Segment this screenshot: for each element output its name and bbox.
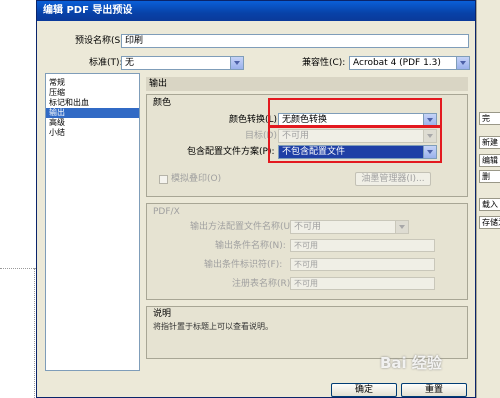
output-condition-name-label: 输出条件名称(N): [215, 241, 286, 251]
category-list: 常规 压缩 标记和出血 输出 高级 小结 [45, 73, 140, 371]
background-dialog-edge: 完 新建 编辑 删 载入 存储为 [476, 0, 500, 398]
side-button-load[interactable]: 载入 [479, 198, 500, 211]
color-conversion-select[interactable]: 无颜色转换 [278, 113, 437, 127]
output-panel-heading: 输出 [146, 77, 468, 91]
sidebar-item-general[interactable]: 常规 [46, 78, 139, 88]
destination-select[interactable]: 不可用 [278, 129, 437, 143]
side-button-new[interactable]: 新建 [479, 136, 500, 149]
guide-line-vertical [34, 268, 35, 398]
side-button-save-as[interactable]: 存储为 [479, 216, 500, 229]
pdfx-group-title: PDF/X [153, 207, 180, 217]
registry-name-label: 注册表名称(R): [232, 279, 294, 289]
chevron-down-icon[interactable] [456, 57, 469, 69]
pdf-export-preset-dialog: 编辑 PDF 导出预设 预设名称(S): 印刷 标准(T): 无 兼容性(C):… [36, 0, 476, 398]
chevron-down-icon[interactable] [423, 130, 436, 142]
baidu-watermark: Bai 经验 [380, 354, 442, 372]
description-text: 将指针置于标题上可以查看说明。 [153, 322, 273, 331]
dialog-title: 编辑 PDF 导出预设 [37, 1, 475, 21]
output-intent-label: 输出方法配置文件名称(U): [190, 222, 297, 232]
sidebar-item-marks-bleeds[interactable]: 标记和出血 [46, 98, 139, 108]
preset-name-input[interactable]: 印刷 [121, 34, 469, 48]
sidebar-item-output[interactable]: 输出 [46, 108, 139, 118]
standard-label: 标准(T): [89, 58, 123, 68]
standard-value: 无 [125, 58, 135, 68]
ink-manager-button[interactable]: 油墨管理器(I)... [355, 172, 431, 186]
output-intent-select[interactable]: 不可用 [290, 220, 409, 234]
profile-policy-label: 包含配置文件方案(P): [187, 147, 275, 157]
color-conversion-label: 颜色转换(L): [229, 115, 281, 125]
preset-name-label: 预设名称(S): [75, 36, 127, 46]
chevron-down-icon[interactable] [423, 114, 436, 126]
profile-policy-value: 不包含配置文件 [282, 147, 346, 157]
output-intent-value: 不可用 [294, 222, 322, 232]
side-button-complete[interactable]: 完 [479, 112, 500, 125]
sidebar-item-advanced[interactable]: 高级 [46, 118, 139, 128]
output-condition-id-label: 输出条件标识符(F): [204, 260, 283, 270]
color-group-title: 颜色 [153, 98, 172, 108]
standard-select[interactable]: 无 [121, 56, 244, 70]
destination-value: 不可用 [282, 131, 310, 141]
simulate-overprint-checkbox[interactable] [159, 175, 168, 184]
destination-label: 目标(D): [245, 131, 280, 141]
sidebar-item-compression[interactable]: 压缩 [46, 88, 139, 98]
registry-name-field[interactable]: 不可用 [290, 277, 435, 290]
guide-line-horizontal [0, 268, 36, 269]
profile-policy-select[interactable]: 不包含配置文件 [278, 145, 437, 159]
compatibility-select[interactable]: Acrobat 4 (PDF 1.3) [349, 56, 470, 70]
sidebar-item-summary[interactable]: 小结 [46, 128, 139, 138]
output-condition-id-field[interactable]: 不可用 [290, 258, 435, 271]
chevron-down-icon[interactable] [423, 146, 436, 158]
simulate-overprint-label: 模拟叠印(O) [171, 174, 222, 184]
output-condition-name-field[interactable]: 不可用 [290, 239, 435, 252]
compatibility-value: Acrobat 4 (PDF 1.3) [353, 58, 441, 68]
side-button-edit[interactable]: 编辑 [479, 154, 500, 167]
chevron-down-icon[interactable] [230, 57, 243, 69]
compatibility-label: 兼容性(C): [302, 58, 346, 68]
chevron-down-icon[interactable] [395, 221, 408, 233]
description-group-title: 说明 [153, 309, 172, 319]
side-button-delete[interactable]: 删 [479, 170, 500, 183]
color-conversion-value: 无颜色转换 [282, 115, 328, 125]
